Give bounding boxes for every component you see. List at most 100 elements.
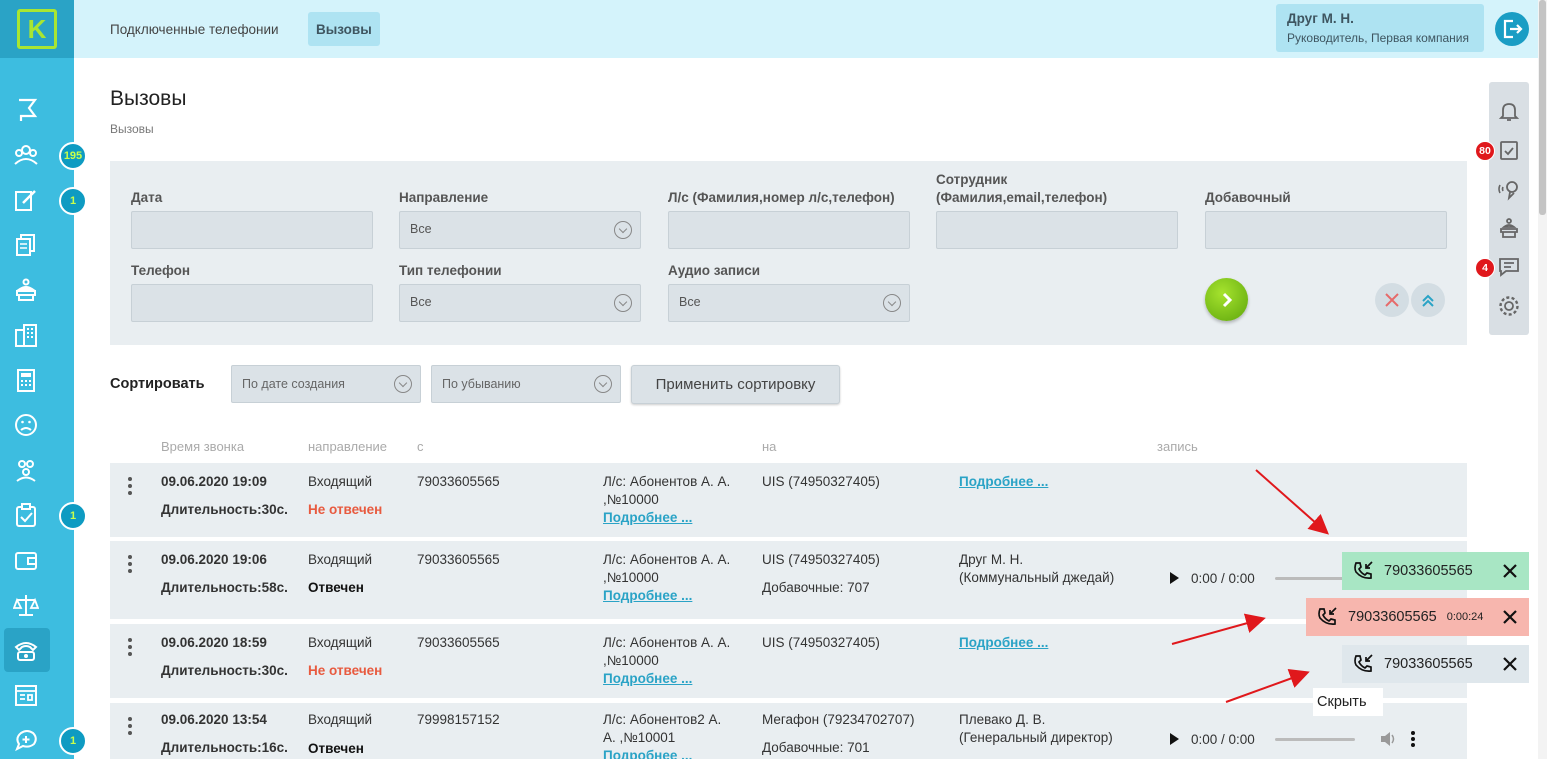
call-popup[interactable]: 79033605565 [1342, 645, 1529, 683]
call-popup[interactable]: 79033605565 [1342, 552, 1529, 590]
close-icon[interactable] [1501, 655, 1519, 673]
call-popup[interactable]: 79033605565 0:00:24 [1306, 598, 1529, 636]
play-icon[interactable] [1170, 572, 1179, 584]
support-icon[interactable] [1497, 177, 1521, 201]
play-icon[interactable] [1170, 733, 1179, 745]
apply-filter-button[interactable] [1205, 278, 1248, 321]
column-header-from[interactable]: с [417, 439, 424, 454]
close-icon[interactable] [1501, 608, 1519, 626]
telephony-type-value: Все [410, 295, 432, 309]
chevron-down-icon [614, 221, 632, 239]
account-number: ,№10000 [603, 653, 659, 668]
call-duration: Длительность:30с. [161, 663, 288, 678]
table-row: 09.06.2020 13:54 Длительность:16с. Входя… [110, 703, 1467, 759]
row-menu-icon[interactable] [128, 717, 132, 738]
account-details-link[interactable]: Подробнее ... [603, 509, 692, 527]
left-sidebar: K [0, 0, 74, 759]
employee-label-line2: (Фамилия,email,телефон) [936, 190, 1108, 205]
nav-calls[interactable]: Вызовы [308, 12, 380, 46]
apply-sort-button[interactable]: Применить сортировку [631, 365, 840, 404]
call-from: 79033605565 [417, 635, 500, 650]
messages-icon[interactable] [1497, 255, 1521, 279]
row-menu-icon[interactable] [128, 638, 132, 659]
call-status: Не отвечен [308, 663, 383, 678]
call-from: 79998157152 [417, 712, 500, 727]
people-icon[interactable] [0, 448, 74, 492]
chevron-down-icon [614, 294, 632, 312]
call-timer: 0:00:24 [1446, 611, 1484, 623]
column-header-record[interactable]: запись [1157, 439, 1198, 454]
sad-face-icon[interactable] [0, 403, 74, 447]
caller-number: 79033605565 [1384, 656, 1473, 672]
logout-button[interactable] [1495, 12, 1529, 46]
reception-desk-icon[interactable] [0, 268, 74, 312]
hide-popups-button[interactable]: Скрыть [1313, 688, 1383, 716]
clear-filter-button[interactable] [1375, 283, 1409, 317]
documents-icon[interactable] [0, 223, 74, 267]
close-icon [1385, 293, 1399, 307]
column-header-to[interactable]: на [762, 439, 776, 454]
account-input[interactable] [668, 211, 910, 249]
employee-name: Друг М. Н. [959, 552, 1024, 567]
bell-icon[interactable] [1497, 99, 1521, 123]
breadcrumb[interactable]: Вызовы [110, 122, 154, 136]
phone-input[interactable] [131, 284, 373, 322]
date-input[interactable] [131, 211, 373, 249]
call-direction: Входящий [308, 712, 373, 727]
calculator-icon[interactable] [0, 358, 74, 402]
row-menu-icon[interactable] [128, 555, 132, 576]
account-number: ,№10000 [603, 492, 659, 507]
tasks-icon[interactable] [1497, 138, 1521, 162]
account-number: А. ,№10001 [603, 730, 676, 745]
nav-connected-telephony[interactable]: Подключенные телефонии [102, 12, 287, 46]
close-icon[interactable] [1501, 562, 1519, 580]
right-tools-panel [1489, 82, 1529, 335]
account-details-link[interactable]: Подробнее ... [603, 747, 692, 759]
logo-mark: K [17, 9, 57, 49]
sort-field-select[interactable]: По дате создания [231, 365, 421, 403]
settings-gear-icon[interactable] [1497, 294, 1521, 318]
player-menu-icon[interactable] [1410, 731, 1415, 747]
audio-player[interactable]: 0:00 / 0:00 [1170, 558, 1355, 598]
volume-icon[interactable] [1379, 731, 1397, 747]
row-menu-icon[interactable] [128, 477, 132, 498]
caller-number: 79033605565 [1348, 609, 1437, 625]
employee-details-link[interactable]: Подробнее ... [959, 473, 1048, 491]
player-progress[interactable] [1274, 737, 1355, 741]
sidebar-badge-users: 195 [59, 142, 87, 170]
reception-icon[interactable] [1497, 216, 1521, 240]
audio-select[interactable]: Все [668, 284, 910, 322]
chevron-down-icon [594, 375, 612, 393]
sidebar-badge-edit: 1 [59, 187, 87, 215]
extension-label: Добавочный [1205, 190, 1291, 205]
call-extension: Добавочные: 701 [762, 740, 870, 755]
direction-select[interactable]: Все [399, 211, 641, 249]
column-header-direction[interactable]: направление [308, 439, 387, 454]
employee-details-link[interactable]: Подробнее ... [959, 634, 1048, 652]
player-time: 0:00 / 0:00 [1191, 570, 1255, 586]
dashboard-icon[interactable] [0, 673, 74, 717]
extension-input[interactable] [1205, 211, 1447, 249]
sort-order-value: По убыванию [442, 377, 521, 391]
phone-label: Телефон [131, 263, 191, 278]
scales-icon[interactable] [0, 583, 74, 627]
telephony-type-select[interactable]: Все [399, 284, 641, 322]
sort-order-select[interactable]: По убыванию [431, 365, 621, 403]
direction-value: Все [410, 222, 432, 236]
scrollbar-thumb[interactable] [1539, 0, 1546, 215]
telephony-type-label: Тип телефонии [399, 263, 502, 278]
building-icon[interactable] [0, 313, 74, 357]
call-extension: Добавочные: 707 [762, 580, 870, 595]
collapse-filter-button[interactable] [1411, 283, 1445, 317]
account-details-link[interactable]: Подробнее ... [603, 670, 692, 688]
audio-player[interactable]: 0:00 / 0:00 [1170, 719, 1415, 759]
sort-label: Сортировать [110, 376, 205, 392]
column-header-time[interactable]: Время звонка [161, 439, 244, 454]
wallet-icon[interactable] [0, 538, 74, 582]
telephony-icon[interactable] [4, 628, 50, 672]
user-info[interactable]: Друг М. Н. Руководитель, Первая компания [1276, 4, 1484, 52]
app-logo[interactable]: K [0, 0, 74, 58]
employee-input[interactable] [936, 211, 1178, 249]
flag-icon[interactable] [0, 88, 74, 132]
account-details-link[interactable]: Подробнее ... [603, 587, 692, 605]
